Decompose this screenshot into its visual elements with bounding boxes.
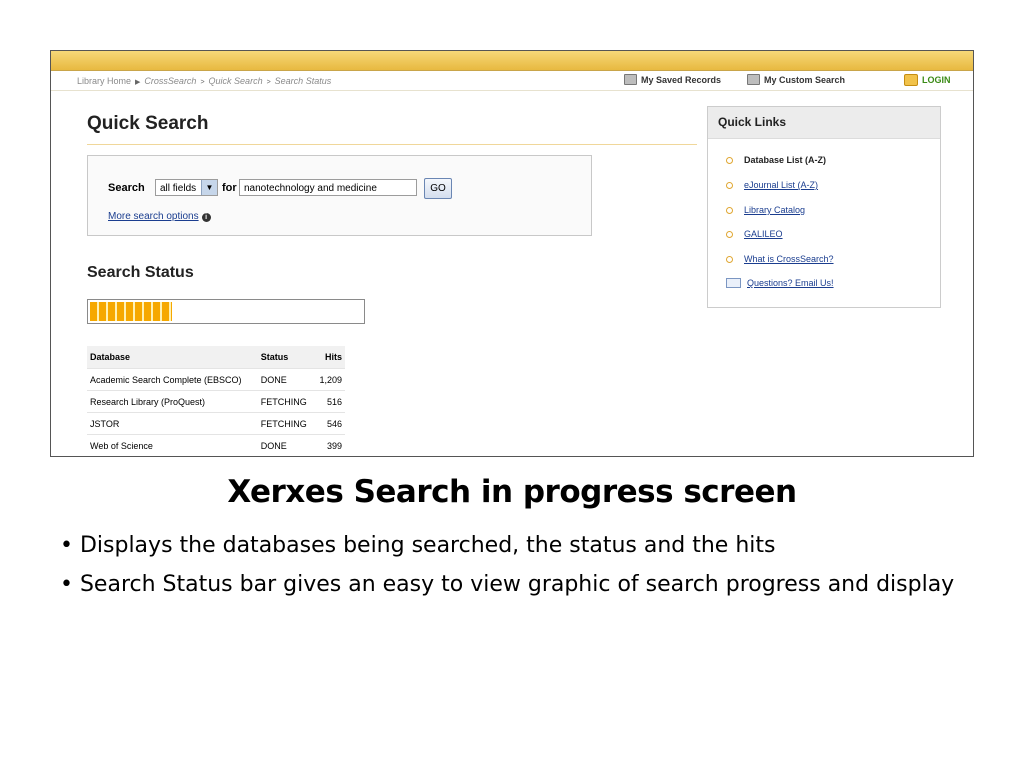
search-status-title: Search Status	[87, 264, 194, 281]
status-cell: FETCHING	[257, 390, 315, 413]
custom-search-link[interactable]: My Custom Search	[747, 74, 845, 85]
results-table: Database Status Hits Academic Search Com…	[87, 346, 345, 456]
screenshot-frame: Library Home ▶ CrossSearch > Quick Search > Se…	[50, 50, 974, 457]
lock-icon	[904, 74, 918, 86]
more-search-options-link[interactable]: More search options i	[108, 211, 211, 222]
quick-link-database-list[interactable]: Database List (A-Z)	[726, 155, 826, 165]
circle-bullet-icon	[726, 230, 733, 238]
search-input[interactable]: nanotechnology and medicine	[239, 179, 417, 196]
table-header-row: Database Status Hits	[87, 346, 345, 369]
go-button[interactable]: GO	[424, 178, 452, 199]
table-row: Academic Search Complete (EBSCO) DONE 1,…	[87, 368, 345, 391]
table-row: Research Library (ProQuest) FETCHING 516	[87, 390, 345, 413]
table-row: Web of Science DONE 399	[87, 434, 345, 456]
status-cell: DONE	[257, 368, 315, 391]
progress-fill	[90, 302, 172, 321]
search-label: Search	[108, 182, 145, 194]
triangle-right-icon: ▶	[135, 79, 141, 86]
quick-link-what-is-crosssearch[interactable]: What is CrossSearch?	[726, 254, 834, 264]
hits-cell: 399	[314, 434, 345, 456]
quick-link-ejournal-list[interactable]: eJournal List (A-Z)	[726, 180, 818, 190]
hits-cell: 1,209	[314, 368, 345, 391]
quick-links-title: Quick Links	[708, 107, 940, 139]
database-name: Academic Search Complete (EBSCO)	[87, 368, 258, 391]
breadcrumb-library-home[interactable]: Library Home	[77, 76, 131, 86]
circle-bullet-icon	[726, 206, 733, 214]
database-name: Research Library (ProQuest)	[87, 390, 258, 413]
database-name: Web of Science	[87, 434, 258, 456]
quick-links-panel: Quick Links Database List (A-Z) eJournal…	[707, 106, 941, 308]
hits-cell: 546	[314, 412, 345, 435]
folder-icon	[624, 74, 637, 85]
circle-bullet-icon	[726, 181, 733, 189]
page-title: Quick Search	[87, 113, 209, 134]
breadcrumb-quick-search[interactable]: Quick Search	[209, 76, 263, 86]
quick-link-galileo[interactable]: GALILEO	[726, 229, 783, 239]
title-divider	[87, 144, 697, 145]
info-icon: i	[201, 213, 211, 222]
login-link[interactable]: LOGIN	[904, 74, 951, 86]
header-bar	[51, 51, 973, 71]
database-name: JSTOR	[87, 412, 258, 435]
breadcrumb-search-status: Search Status	[274, 76, 332, 86]
hits-cell: 516	[314, 390, 345, 413]
column-header-hits: Hits	[314, 346, 345, 369]
for-label: for	[222, 182, 237, 194]
email-icon	[726, 278, 741, 288]
search-form: Search all fields ▼ for nanotechnology a…	[87, 155, 592, 236]
breadcrumb-bar: Library Home ▶ CrossSearch > Quick Search > Se…	[51, 71, 973, 91]
slide-bullets: • Displays the databases being searched,…	[58, 531, 958, 609]
breadcrumb-crosssearch[interactable]: CrossSearch	[144, 76, 196, 86]
saved-records-link[interactable]: My Saved Records	[624, 74, 721, 85]
quick-link-email-us[interactable]: Questions? Email Us!	[726, 278, 834, 288]
breadcrumb: Library Home ▶ CrossSearch > Quick Search > Se…	[77, 76, 332, 86]
chevron-down-icon: ▼	[201, 180, 217, 195]
status-cell: FETCHING	[257, 412, 315, 435]
column-header-database: Database	[87, 346, 258, 369]
circle-bullet-icon	[726, 255, 733, 263]
bullet-item: • Displays the databases being searched,…	[60, 533, 776, 558]
slide-title: Xerxes Search in progress screen	[227, 474, 797, 510]
status-cell: DONE	[257, 434, 315, 456]
table-row: JSTOR FETCHING 546	[87, 412, 345, 435]
quick-link-library-catalog[interactable]: Library Catalog	[726, 205, 805, 215]
circle-bullet-icon	[726, 156, 733, 164]
column-header-status: Status	[257, 346, 315, 369]
search-progress-bar	[87, 299, 365, 324]
bullet-item: • Search Status bar gives an easy to vie…	[60, 572, 955, 597]
folder-icon	[747, 74, 760, 85]
field-select[interactable]: all fields ▼	[155, 179, 218, 196]
